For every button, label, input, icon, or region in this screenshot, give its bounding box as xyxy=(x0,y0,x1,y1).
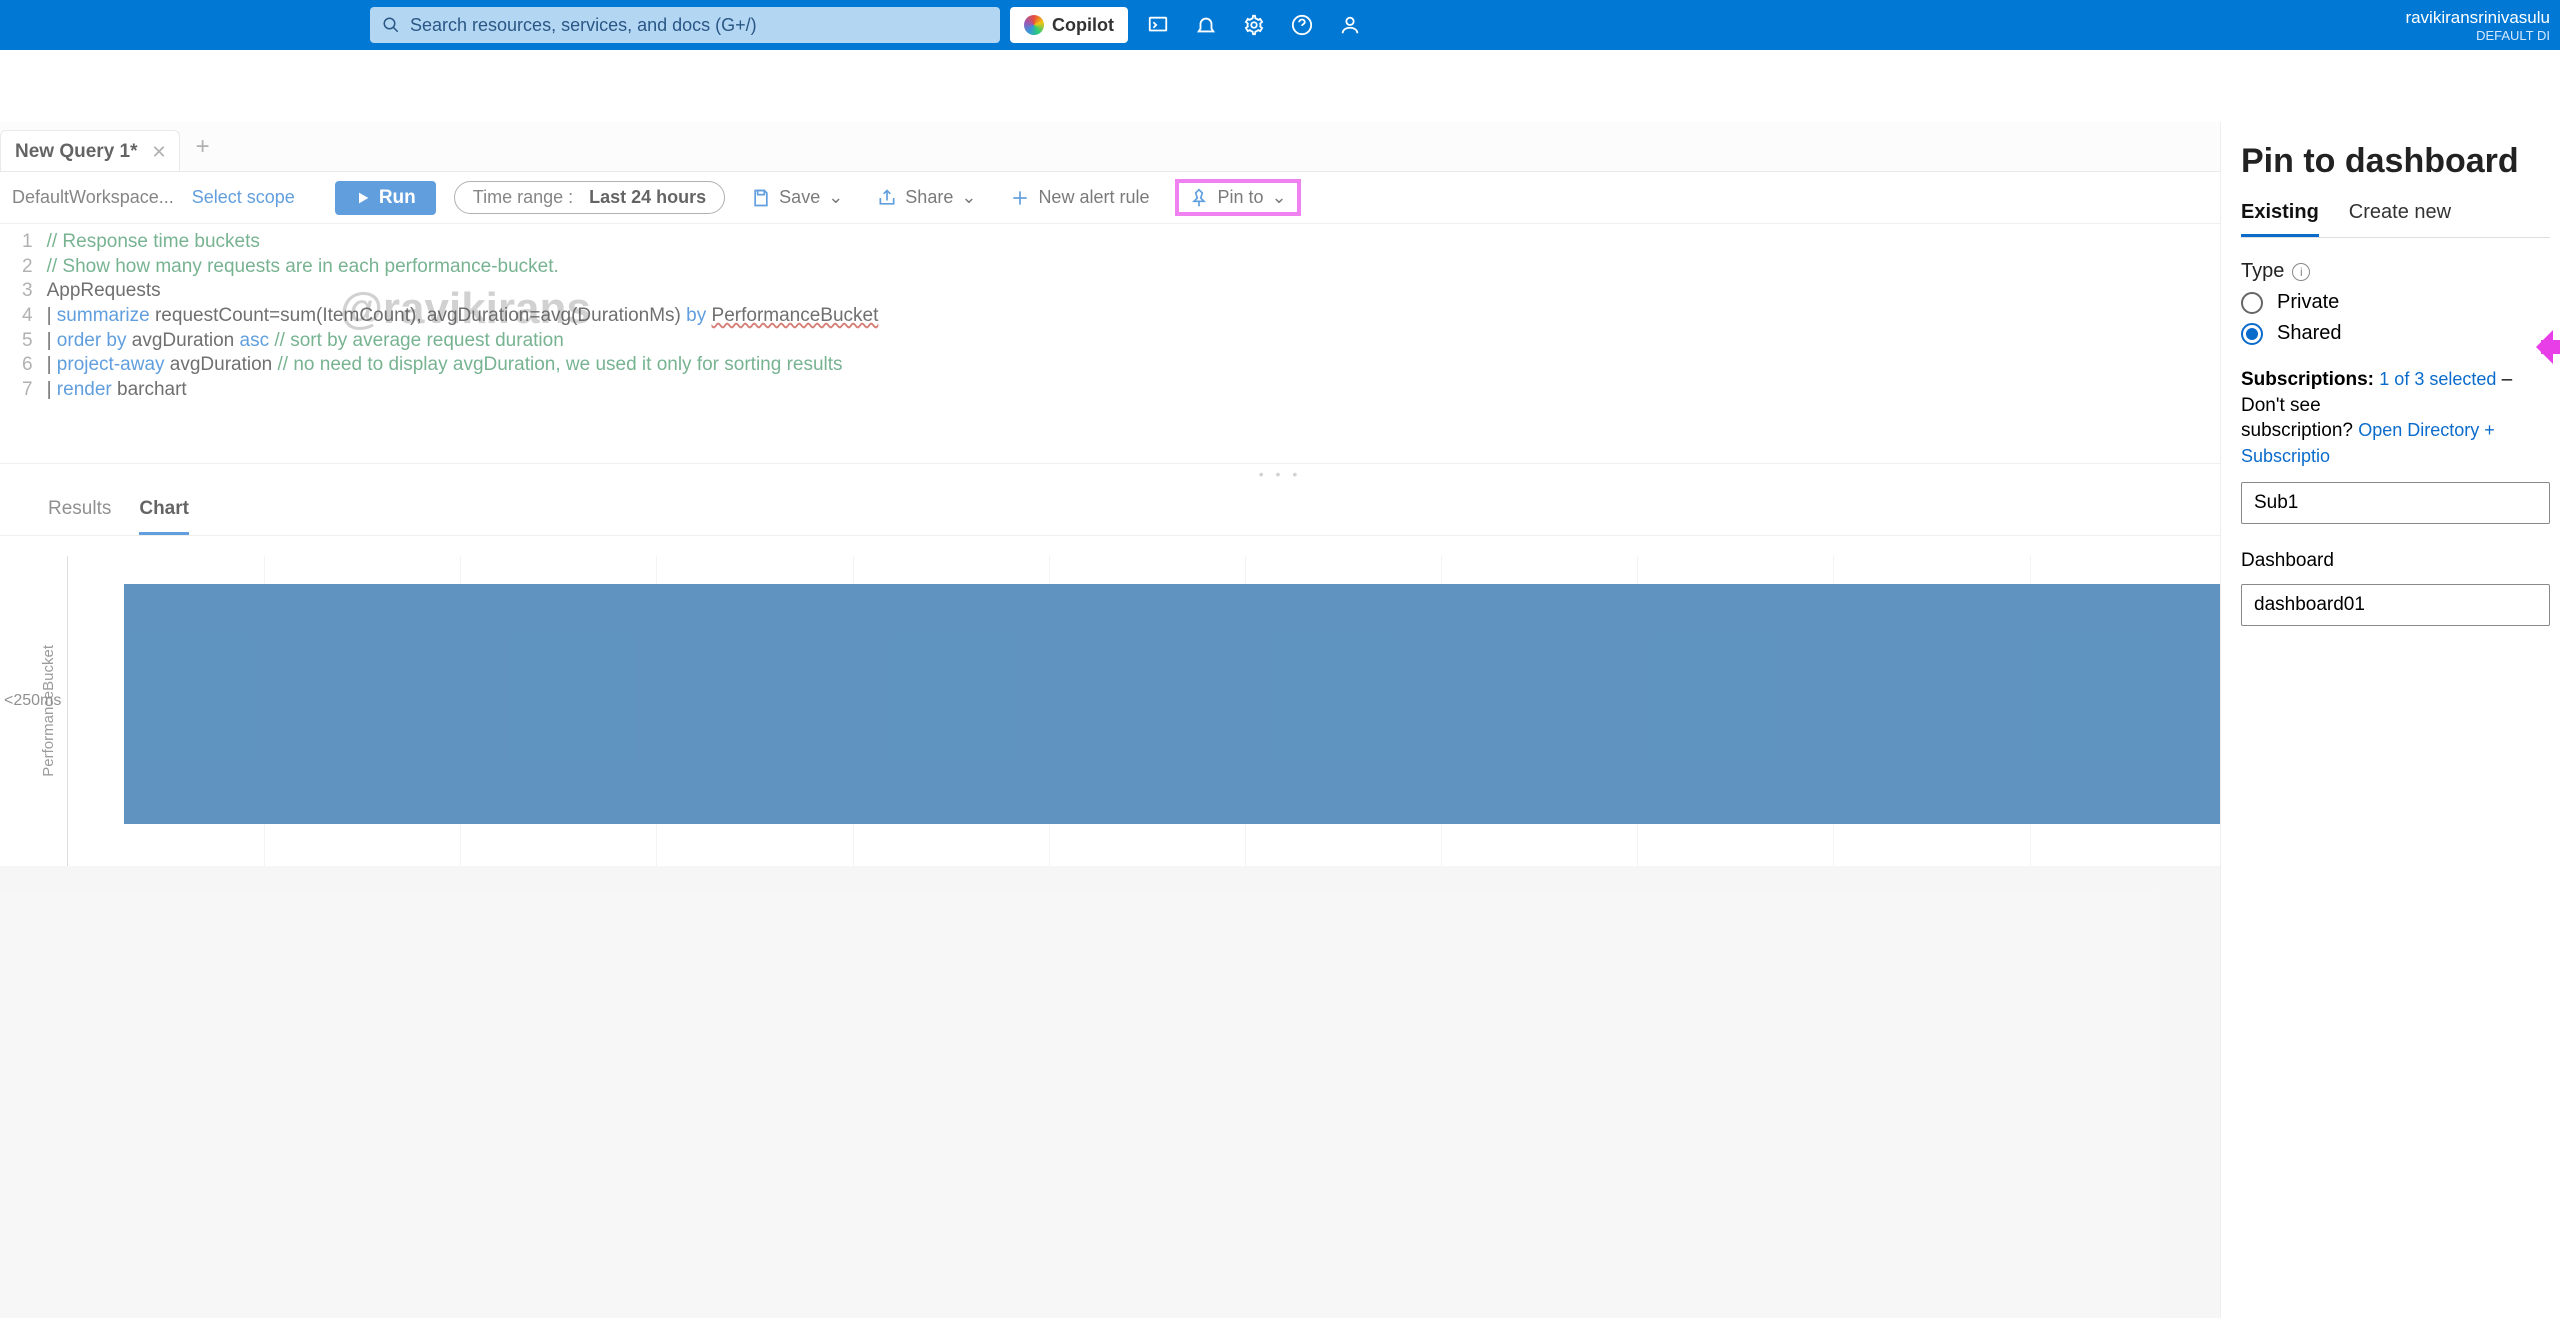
feedback-icon[interactable] xyxy=(1326,0,1374,50)
annotation-arrow xyxy=(2541,340,2560,354)
dashboard-select[interactable] xyxy=(2241,584,2550,626)
user-name: ravikiransrinivasulu xyxy=(2405,9,2550,27)
info-icon[interactable]: i xyxy=(2292,263,2310,281)
type-label: Type xyxy=(2241,260,2284,283)
chevron-down-icon: ⌄ xyxy=(1272,187,1287,208)
line-gutter: 1234567 xyxy=(0,230,47,403)
tab-chart[interactable]: Chart xyxy=(139,498,189,535)
time-range-label: Time range : xyxy=(473,187,573,208)
panel-tab-create-new[interactable]: Create new xyxy=(2349,201,2451,237)
radio-private-label: Private xyxy=(2277,291,2339,314)
subscriptions-label: Subscriptions: xyxy=(2241,369,2374,390)
radio-private[interactable]: Private xyxy=(2241,291,2550,314)
query-tab[interactable]: New Query 1* ✕ xyxy=(0,130,180,171)
chart-panel: PerformanceBucket <250ms xyxy=(0,536,2560,866)
copilot-icon xyxy=(1024,15,1044,35)
splitter-handle[interactable]: • • • xyxy=(0,464,2560,484)
settings-gear-icon[interactable] xyxy=(1230,0,1278,50)
new-alert-label: New alert rule xyxy=(1038,187,1149,208)
share-label: Share xyxy=(905,187,953,208)
chevron-down-icon: ⌄ xyxy=(828,187,843,208)
run-button[interactable]: Run xyxy=(335,181,436,215)
share-icon xyxy=(877,188,897,208)
code-content: // Response time buckets // Show how man… xyxy=(47,230,879,403)
cloud-shell-icon[interactable] xyxy=(1134,0,1182,50)
radio-shared[interactable]: Shared xyxy=(2241,322,2550,345)
share-button[interactable]: Share ⌄ xyxy=(869,183,984,212)
panel-tab-existing[interactable]: Existing xyxy=(2241,201,2319,237)
query-toolbar: DefaultWorkspace... Select scope Run Tim… xyxy=(0,172,2560,224)
select-scope-link[interactable]: Select scope xyxy=(192,187,295,208)
pin-to-label: Pin to xyxy=(1217,187,1263,208)
chart-body: <250ms xyxy=(67,556,2520,866)
time-range-picker[interactable]: Time range : Last 24 hours xyxy=(454,181,725,214)
help-icon[interactable] xyxy=(1278,0,1326,50)
run-label: Run xyxy=(379,187,416,209)
play-icon xyxy=(355,190,371,206)
subscription-select[interactable] xyxy=(2241,482,2550,524)
global-search-input[interactable]: Search resources, services, and docs (G+… xyxy=(370,7,1000,43)
plus-icon xyxy=(1010,188,1030,208)
new-alert-rule-button[interactable]: New alert rule xyxy=(1002,183,1157,212)
y-tick-0: <250ms xyxy=(4,692,61,710)
pin-to-button[interactable]: Pin to ⌄ xyxy=(1175,179,1300,216)
search-icon xyxy=(382,16,400,34)
azure-top-bar: Search resources, services, and docs (G+… xyxy=(0,0,2560,50)
add-tab-button[interactable]: + xyxy=(180,133,226,171)
radio-icon xyxy=(2241,292,2263,314)
notifications-icon[interactable] xyxy=(1182,0,1230,50)
pin-to-dashboard-panel: Pin to dashboard Existing Create new Typ… xyxy=(2220,122,2560,1318)
panel-title: Pin to dashboard xyxy=(2241,142,2550,181)
results-tabs: Results Chart xyxy=(0,484,2560,536)
query-tab-bar: New Query 1* ✕ + new Log Analytic xyxy=(0,122,2560,172)
copilot-button[interactable]: Copilot xyxy=(1010,7,1128,43)
user-tenant: DEFAULT DI xyxy=(2405,27,2550,45)
close-tab-icon[interactable]: ✕ xyxy=(152,142,167,163)
pin-icon xyxy=(1189,188,1209,208)
save-label: Save xyxy=(779,187,820,208)
copilot-label: Copilot xyxy=(1052,15,1114,36)
radio-icon xyxy=(2241,323,2263,345)
save-icon xyxy=(751,188,771,208)
bar-0 xyxy=(124,584,2520,824)
radio-shared-label: Shared xyxy=(2277,322,2342,345)
time-range-value: Last 24 hours xyxy=(589,187,706,208)
breadcrumb-area xyxy=(0,50,2560,122)
dashboard-label: Dashboard xyxy=(2241,550,2550,572)
save-button[interactable]: Save ⌄ xyxy=(743,183,851,212)
tab-results[interactable]: Results xyxy=(48,498,111,535)
top-bar-actions xyxy=(1134,0,1374,50)
subscriptions-line2a: subscription? xyxy=(2241,420,2358,441)
query-tab-title: New Query 1* xyxy=(15,141,138,163)
user-account-button[interactable]: ravikiransrinivasulu DEFAULT DI xyxy=(2405,5,2560,45)
y-axis-label: PerformanceBucket xyxy=(40,645,57,777)
subscriptions-selected-link[interactable]: 1 of 3 selected xyxy=(2379,369,2496,389)
panel-tabs: Existing Create new xyxy=(2241,201,2550,238)
workspace-name: DefaultWorkspace... xyxy=(12,187,174,208)
kql-editor[interactable]: 1234567 // Response time buckets // Show… xyxy=(0,224,2560,464)
search-placeholder-text: Search resources, services, and docs (G+… xyxy=(410,15,757,36)
chevron-down-icon: ⌄ xyxy=(961,187,976,208)
